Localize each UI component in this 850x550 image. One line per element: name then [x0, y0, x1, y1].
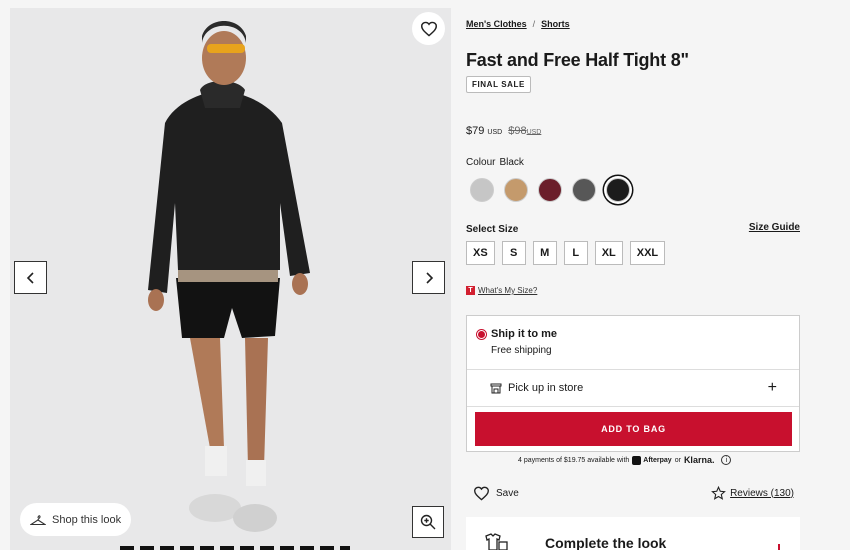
- star-icon: [711, 486, 726, 500]
- size-s-button[interactable]: S: [501, 241, 526, 265]
- colour-swatches: [470, 178, 630, 202]
- size-guide-link[interactable]: Size Guide: [749, 222, 800, 233]
- outfit-icon: [485, 533, 508, 550]
- afterpay-logo[interactable]: Afterpay: [632, 455, 672, 465]
- size-xs-button[interactable]: XS: [466, 241, 495, 265]
- free-shipping-text: Free shipping: [491, 345, 552, 356]
- next-image-button[interactable]: [412, 261, 445, 294]
- price-block: $79 USD $98USD: [466, 125, 541, 137]
- reviews-label: Reviews (130): [730, 487, 794, 499]
- whats-my-size-link[interactable]: T What's My Size?: [466, 286, 537, 295]
- heart-icon: [473, 486, 490, 501]
- pickup-label: Pick up in store: [508, 382, 584, 394]
- or-text: or: [674, 456, 681, 464]
- payment-options: 4 payments of $19.75 available with Afte…: [518, 455, 732, 465]
- pickup-in-store-option[interactable]: Pick up in store: [490, 382, 583, 394]
- reviews-link[interactable]: Reviews (130): [711, 486, 794, 500]
- final-sale-badge: FINAL SALE: [466, 76, 531, 93]
- shop-this-look-label: Shop this look: [52, 513, 122, 526]
- zoom-in-icon: [420, 514, 436, 530]
- swatch-black[interactable]: [606, 178, 630, 202]
- complete-the-look-title: Complete the look: [545, 535, 667, 550]
- store-icon: [490, 383, 502, 393]
- breadcrumb-separator: /: [532, 19, 536, 29]
- thumbnail-strip-edge: [120, 546, 350, 550]
- chevron-right-icon: [425, 271, 433, 284]
- divider: [467, 369, 799, 370]
- swatch-charcoal[interactable]: [572, 178, 596, 202]
- size-xl-button[interactable]: XL: [594, 241, 623, 265]
- ship-it-title: Ship it to me: [491, 328, 557, 340]
- info-icon[interactable]: i: [721, 455, 732, 465]
- product-title: Fast and Free Half Tight 8": [466, 50, 689, 70]
- afterpay-icon: [632, 455, 642, 465]
- selected-colour: Black: [499, 157, 524, 168]
- product-photo: [148, 21, 310, 532]
- true-fit-icon: T: [466, 286, 475, 295]
- product-info-panel: Men's Clothes / Shorts Fast and Free Hal…: [466, 0, 802, 550]
- shop-this-look-button[interactable]: Shop this look: [20, 503, 132, 536]
- previous-image-button[interactable]: [14, 261, 47, 294]
- breadcrumb: Men's Clothes / Shorts: [466, 19, 570, 29]
- hanger-icon: [30, 514, 46, 525]
- zoom-button[interactable]: [412, 506, 444, 538]
- product-image-gallery[interactable]: Shop this look: [10, 8, 451, 550]
- colour-label: Colour Black: [466, 157, 524, 168]
- size-options: XS S M L XL XXL: [466, 241, 666, 265]
- breadcrumb-shorts[interactable]: Shorts: [541, 19, 570, 29]
- radio-selected-icon: [476, 329, 487, 340]
- heart-icon: [420, 21, 437, 37]
- divider: [467, 406, 799, 407]
- wishlist-heart-button[interactable]: [412, 12, 445, 45]
- save-label: Save: [496, 488, 519, 499]
- klarna-logo[interactable]: Klarna.: [684, 455, 715, 465]
- plus-icon[interactable]: +: [768, 379, 777, 397]
- chevron-left-icon: [26, 271, 34, 284]
- installments-text: 4 payments of $19.75 available with: [518, 456, 630, 464]
- size-m-button[interactable]: M: [532, 241, 557, 265]
- add-to-bag-button[interactable]: ADD TO BAG: [475, 412, 792, 446]
- original-price: $98USD: [508, 125, 542, 137]
- sale-price: $79 USD: [466, 125, 503, 137]
- whats-my-size-label: What's My Size?: [478, 286, 538, 295]
- accent-mark: [778, 544, 780, 550]
- select-size-label: Select Size: [466, 224, 519, 235]
- delivery-options: Ship it to me Free shipping Pick up in s…: [466, 315, 800, 452]
- size-xxl-button[interactable]: XXL: [629, 241, 666, 265]
- save-button[interactable]: Save: [473, 486, 519, 501]
- swatch-tan[interactable]: [504, 178, 528, 202]
- size-l-button[interactable]: L: [563, 241, 588, 265]
- complete-the-look-section[interactable]: Complete the look: [466, 517, 800, 550]
- swatch-burgundy[interactable]: [538, 178, 562, 202]
- swatch-grey[interactable]: [470, 178, 494, 202]
- breadcrumb-mens-clothes[interactable]: Men's Clothes: [466, 19, 527, 29]
